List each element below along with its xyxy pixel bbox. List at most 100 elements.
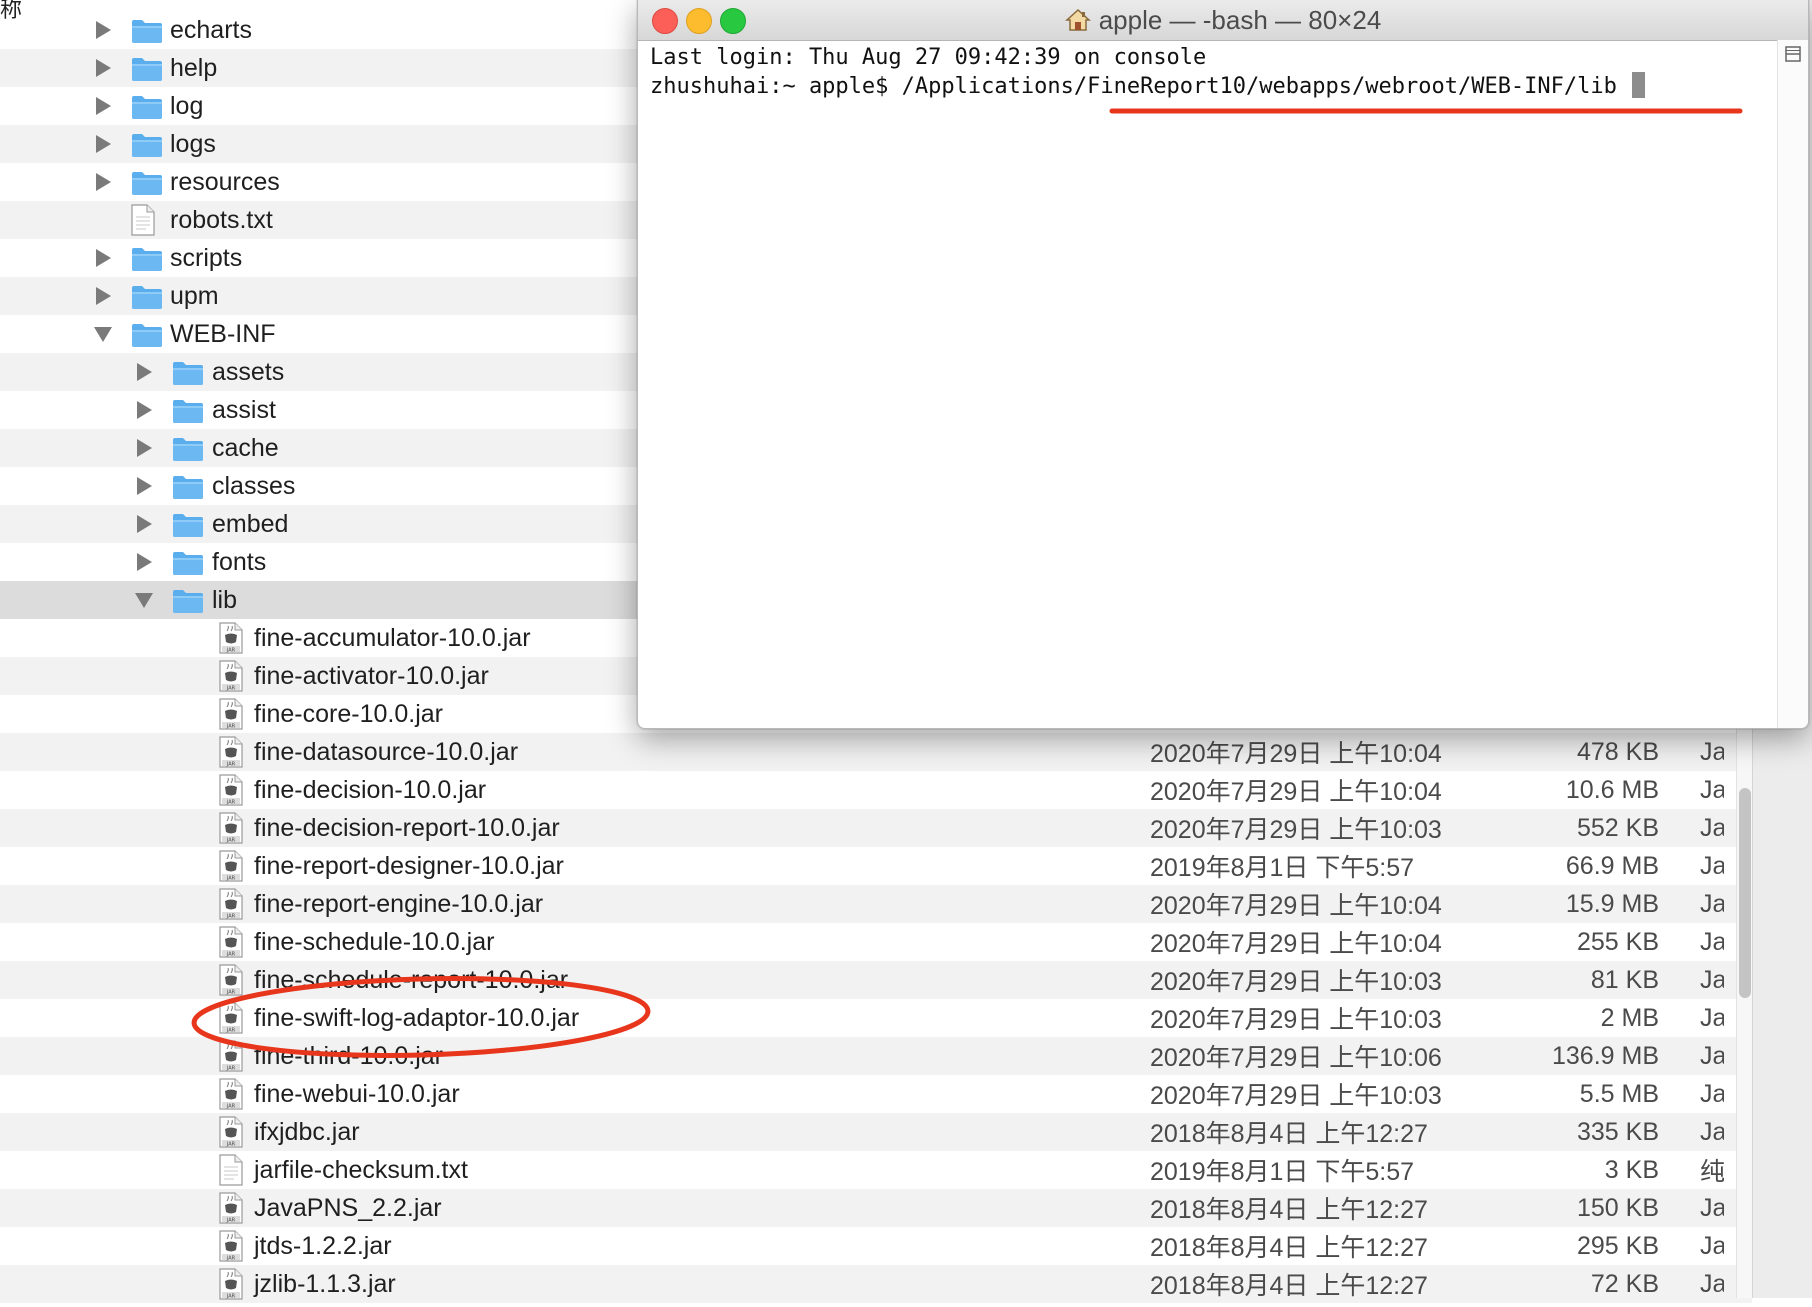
disclosure-triangle-expanded-icon[interactable] <box>135 593 153 608</box>
folder-icon <box>131 94 163 127</box>
svg-text:JAR: JAR <box>226 914 236 920</box>
file-row[interactable]: JAR ifxjdbc.jar 2018年8月4日 上午12:27 335 KB Ja <box>0 1113 1752 1151</box>
disclosure-triangle-collapsed-icon[interactable] <box>96 97 111 115</box>
file-row[interactable]: JAR fine-webui-10.0.jar 2020年7月29日 上午10:03… <box>0 1075 1752 1113</box>
file-size: 478 KB <box>1576 737 1659 766</box>
svg-text:JAR: JAR <box>226 762 236 768</box>
jar-file-icon: JAR <box>219 1040 243 1079</box>
jar-file-icon: JAR <box>219 1078 243 1117</box>
file-name: WEB-INF <box>170 319 276 348</box>
file-name: ifxjdbc.jar <box>254 1117 360 1146</box>
file-name: embed <box>212 509 289 538</box>
file-name: fine-report-designer-10.0.jar <box>254 851 564 880</box>
folder-icon <box>172 398 204 431</box>
disclosure-triangle-collapsed-icon[interactable] <box>96 135 111 153</box>
file-row[interactable]: JAR fine-decision-report-10.0.jar 2020年7月2… <box>0 809 1752 847</box>
jar-file-icon: JAR <box>219 850 243 889</box>
file-size: 255 KB <box>1576 927 1659 956</box>
disclosure-triangle-collapsed-icon[interactable] <box>96 287 111 305</box>
disclosure-triangle-collapsed-icon[interactable] <box>137 439 152 457</box>
file-row[interactable]: JAR fine-decision-10.0.jar 2020年7月29日 上午10… <box>0 771 1752 809</box>
disclosure-triangle-collapsed-icon[interactable] <box>96 21 111 39</box>
file-date-modified: 2020年7月29日 上午10:03 <box>1150 1006 1442 1034</box>
folder-icon <box>131 284 163 317</box>
terminal-window[interactable]: apple — -bash — 80×24 Last login: Thu Au… <box>637 0 1809 729</box>
file-row[interactable]: JAR jzlib-1.1.3.jar 2018年8月4日 上午12:27 72 KB… <box>0 1265 1752 1303</box>
terminal-output[interactable]: Last login: Thu Aug 27 09:42:39 on conso… <box>650 44 1768 101</box>
file-row[interactable]: JAR fine-swift-log-adaptor-10.0.jar 2020年7… <box>0 999 1752 1037</box>
jar-file-icon: JAR <box>219 660 243 699</box>
disclosure-triangle-collapsed-icon[interactable] <box>137 515 152 533</box>
svg-text:JAR: JAR <box>226 1066 236 1072</box>
file-date-modified: 2020年7月29日 上午10:03 <box>1150 1082 1442 1110</box>
folder-icon <box>131 132 163 165</box>
file-name: cache <box>212 433 279 462</box>
terminal-titlebar[interactable]: apple — -bash — 80×24 <box>638 0 1808 41</box>
file-name: jzlib-1.1.3.jar <box>254 1269 396 1298</box>
file-row[interactable]: JAR JavaPNS_2.2.jar 2018年8月4日 上午12:27 150 K… <box>0 1189 1752 1227</box>
terminal-line-prompt: zhushuhai:~ apple$ /Applications/FineRep… <box>650 72 1768 101</box>
file-row[interactable]: JAR fine-report-engine-10.0.jar 2020年7月29日… <box>0 885 1752 923</box>
file-name: fine-activator-10.0.jar <box>254 661 489 690</box>
file-name: classes <box>212 471 296 500</box>
file-size: 295 KB <box>1576 1231 1659 1260</box>
file-row[interactable]: JAR fine-datasource-10.0.jar 2020年7月29日 上午… <box>0 733 1752 771</box>
file-kind: Ja <box>1700 813 1724 842</box>
disclosure-triangle-collapsed-icon[interactable] <box>96 59 111 77</box>
svg-text:JAR: JAR <box>226 648 236 654</box>
file-date-modified: 2019年8月1日 下午5:57 <box>1150 854 1415 882</box>
finder-scrollbar[interactable] <box>1736 726 1753 1298</box>
file-name: logs <box>170 129 216 158</box>
file-size: 335 KB <box>1576 1117 1659 1146</box>
svg-text:JAR: JAR <box>226 724 236 730</box>
terminal-command: zhushuhai:~ apple$ /Applications/FineRep… <box>650 74 1631 99</box>
terminal-title-text: apple — -bash — 80×24 <box>1098 5 1382 35</box>
file-date-modified: 2018年8月4日 上午12:27 <box>1150 1234 1428 1262</box>
disclosure-triangle-collapsed-icon[interactable] <box>96 249 111 267</box>
jar-file-icon: JAR <box>219 1268 243 1307</box>
file-size: 136.9 MB <box>1551 1041 1659 1070</box>
folder-icon <box>131 322 163 355</box>
file-row[interactable]: JAR fine-report-designer-10.0.jar 2019年8月1… <box>0 847 1752 885</box>
finder-scrollbar-thumb[interactable] <box>1739 788 1751 998</box>
disclosure-triangle-collapsed-icon[interactable] <box>137 477 152 495</box>
file-size: 3 KB <box>1604 1155 1659 1184</box>
folder-icon <box>172 588 204 621</box>
file-date-modified: 2018年8月4日 上午12:27 <box>1150 1272 1428 1300</box>
folder-icon <box>131 56 163 89</box>
terminal-cursor <box>1632 72 1646 98</box>
disclosure-triangle-collapsed-icon[interactable] <box>137 363 152 381</box>
jar-file-icon: JAR <box>219 698 243 737</box>
folder-icon <box>172 436 204 469</box>
file-name: jarfile-checksum.txt <box>254 1155 468 1184</box>
file-kind: Ja <box>1700 1003 1724 1032</box>
jar-file-icon: JAR <box>219 1002 243 1041</box>
file-row[interactable]: JAR fine-schedule-report-10.0.jar 2020年7月2… <box>0 961 1752 999</box>
disclosure-triangle-collapsed-icon[interactable] <box>137 401 152 419</box>
file-row[interactable]: JAR fine-schedule-10.0.jar 2020年7月29日 上午10… <box>0 923 1752 961</box>
file-name: upm <box>170 281 219 310</box>
file-row[interactable]: JAR fine-third-10.0.jar 2020年7月29日 上午10:06… <box>0 1037 1752 1075</box>
svg-text:JAR: JAR <box>226 1256 236 1262</box>
file-date-modified: 2019年8月1日 下午5:57 <box>1150 1158 1415 1186</box>
file-kind: Ja <box>1700 1041 1724 1070</box>
jar-file-icon: JAR <box>219 774 243 813</box>
file-kind: Ja <box>1700 1117 1724 1146</box>
text-file-icon <box>219 1154 243 1193</box>
file-size: 66.9 MB <box>1565 851 1659 880</box>
file-kind: Ja <box>1700 1079 1724 1108</box>
file-row[interactable]: JAR jtds-1.2.2.jar 2018年8月4日 上午12:27 295 KB… <box>0 1227 1752 1265</box>
folder-icon <box>172 550 204 583</box>
file-name: assets <box>212 357 285 386</box>
file-size: 5.5 MB <box>1579 1079 1659 1108</box>
file-row[interactable]: jarfile-checksum.txt 2019年8月1日 下午5:57 3 KB… <box>0 1151 1752 1189</box>
file-size: 81 KB <box>1590 965 1659 994</box>
disclosure-triangle-collapsed-icon[interactable] <box>137 553 152 571</box>
split-pane-icon[interactable] <box>1785 46 1801 62</box>
disclosure-triangle-expanded-icon[interactable] <box>94 327 112 342</box>
terminal-scrollbar[interactable] <box>1777 40 1808 728</box>
file-name: lib <box>212 585 238 614</box>
file-name: jtds-1.2.2.jar <box>254 1231 392 1260</box>
disclosure-triangle-collapsed-icon[interactable] <box>96 173 111 191</box>
file-name: fine-report-engine-10.0.jar <box>254 889 544 918</box>
